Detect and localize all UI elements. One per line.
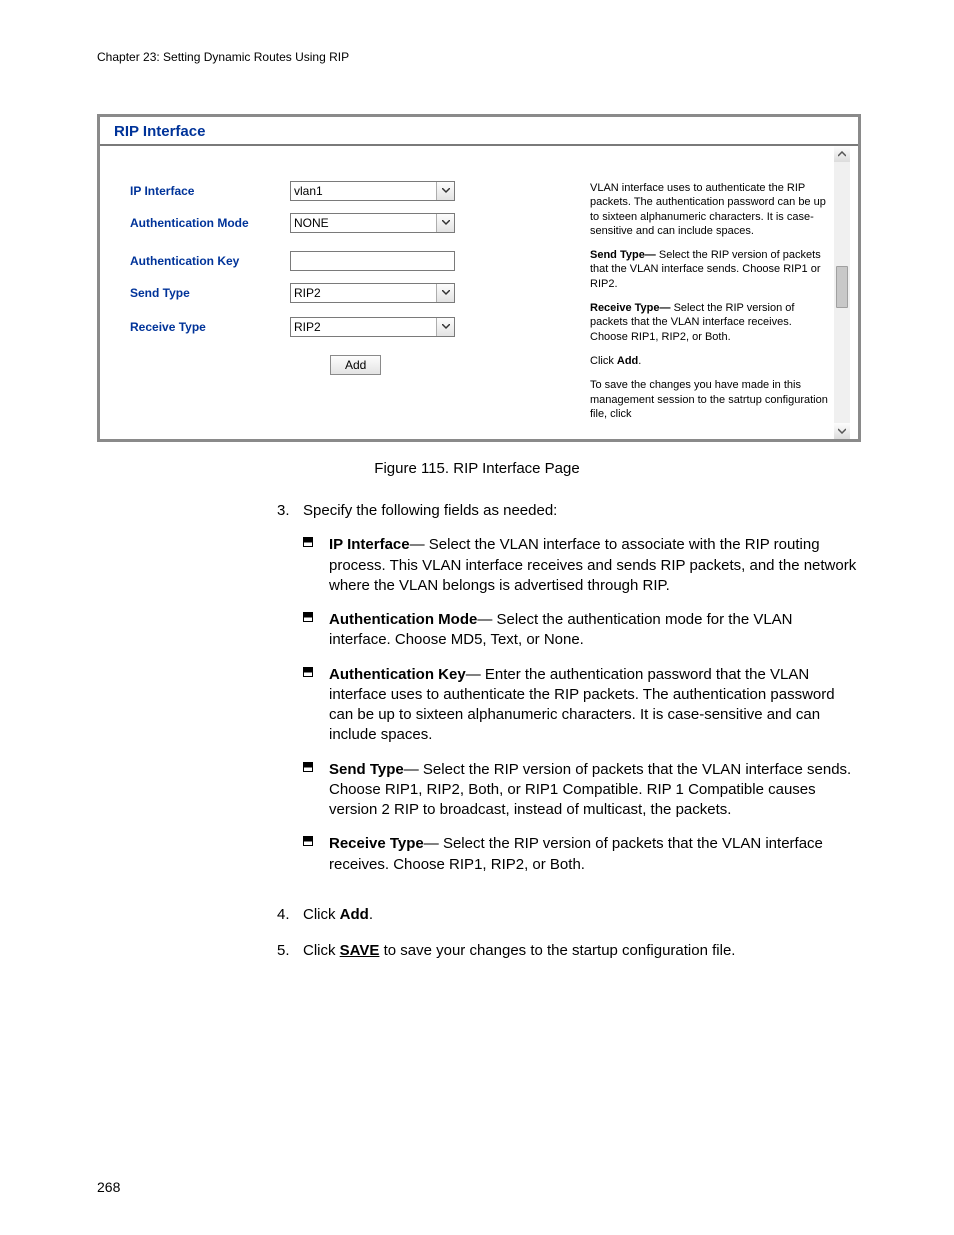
auth-key-input[interactable] (290, 251, 455, 271)
step-4: 4. Click Add. (277, 905, 857, 925)
save-link[interactable]: SAVE (340, 942, 380, 959)
bullet-icon (303, 760, 329, 821)
bullet-icon (303, 665, 329, 746)
list-item: IP Interface— Select the VLAN interface … (303, 535, 857, 596)
receive-type-label: Receive Type (130, 320, 290, 334)
step-5: 5. Click SAVE to save your changes to th… (277, 941, 857, 961)
scroll-down-icon[interactable] (834, 423, 850, 439)
auth-key-label: Authentication Key (130, 254, 290, 268)
help-panel: VLAN interface uses to authenticate the … (455, 181, 850, 431)
scroll-up-icon[interactable] (834, 146, 850, 162)
auth-mode-label: Authentication Mode (130, 216, 290, 230)
chevron-down-icon (436, 284, 454, 302)
bullet-icon (303, 834, 329, 875)
receive-type-value: RIP2 (294, 320, 321, 334)
list-item: Send Type— Select the RIP version of pac… (303, 760, 857, 821)
chevron-down-icon (436, 182, 454, 200)
step-intro: Specify the following fields as needed: (303, 502, 557, 519)
panel-title: RIP Interface (100, 117, 858, 146)
step-number: 5. (277, 941, 303, 961)
page-number: 268 (97, 1179, 120, 1195)
list-item: Authentication Mode— Select the authenti… (303, 610, 857, 651)
figure-caption: Figure 115. RIP Interface Page (97, 460, 857, 477)
chevron-down-icon (436, 318, 454, 336)
auth-mode-select[interactable]: NONE (290, 213, 455, 233)
step-number: 4. (277, 905, 303, 925)
scroll-thumb[interactable] (836, 266, 848, 308)
help-text: To save the changes you have made in thi… (590, 378, 832, 421)
send-type-value: RIP2 (294, 286, 321, 300)
chevron-down-icon (436, 214, 454, 232)
receive-type-select[interactable]: RIP2 (290, 317, 455, 337)
add-button[interactable]: Add (330, 355, 381, 375)
help-text: Receive Type— Select the RIP version of … (590, 301, 832, 344)
auth-mode-value: NONE (294, 216, 329, 230)
rip-interface-screenshot: RIP Interface IP Interface vlan1 Authent… (97, 114, 861, 442)
scrollbar[interactable] (834, 146, 850, 439)
send-type-select[interactable]: RIP2 (290, 283, 455, 303)
send-type-label: Send Type (130, 286, 290, 300)
list-item: Authentication Key— Enter the authentica… (303, 665, 857, 746)
help-text: Click Add. (590, 354, 832, 368)
ip-interface-value: vlan1 (294, 184, 323, 198)
step-3: 3. Specify the following fields as neede… (277, 501, 857, 889)
help-text: Send Type— Select the RIP version of pac… (590, 248, 832, 291)
ip-interface-select[interactable]: vlan1 (290, 181, 455, 201)
bullet-icon (303, 610, 329, 651)
list-item: Receive Type— Select the RIP version of … (303, 834, 857, 875)
step-number: 3. (277, 501, 303, 889)
help-text: VLAN interface uses to authenticate the … (590, 181, 832, 238)
bullet-icon (303, 535, 329, 596)
running-header: Chapter 23: Setting Dynamic Routes Using… (97, 50, 857, 64)
ip-interface-label: IP Interface (130, 184, 290, 198)
